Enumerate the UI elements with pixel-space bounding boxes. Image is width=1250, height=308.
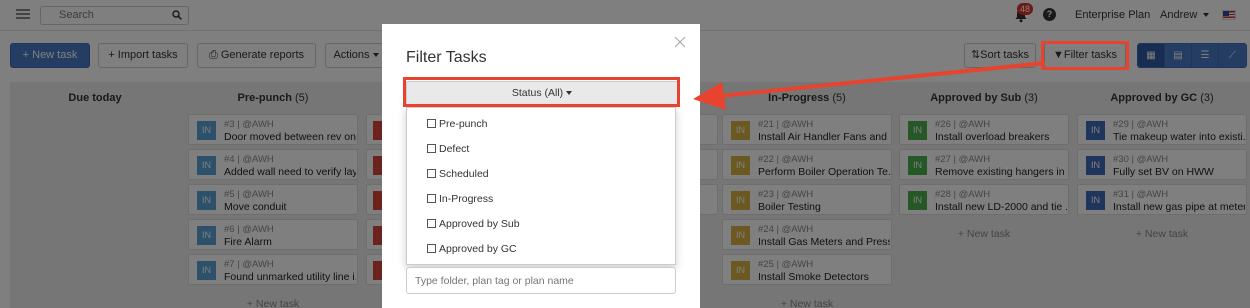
status-option-in-progress[interactable]: In-Progress — [427, 193, 493, 205]
highlight-box — [1041, 41, 1129, 70]
status-option-defect[interactable]: Defect — [427, 143, 469, 155]
checkbox[interactable] — [427, 144, 436, 153]
modal-title: Filter Tasks — [406, 49, 487, 66]
plan-filter-field[interactable] — [406, 267, 676, 294]
checkbox[interactable] — [427, 219, 436, 228]
highlight-box — [403, 77, 680, 107]
plan-filter-input[interactable] — [415, 275, 665, 287]
status-option-approved-by-gc[interactable]: Approved by GC — [427, 243, 517, 255]
checkbox[interactable] — [427, 169, 436, 178]
status-dropdown-menu: Pre-punch Defect Scheduled In-Progress A… — [406, 107, 676, 265]
status-option-label: Pre-punch — [439, 118, 488, 130]
status-option-approved-by-sub[interactable]: Approved by Sub — [427, 218, 520, 230]
status-option-pre-punch[interactable]: Pre-punch — [427, 118, 487, 130]
status-option-scheduled[interactable]: Scheduled — [427, 168, 489, 180]
status-option-label: Scheduled — [439, 168, 489, 180]
status-option-label: In-Progress — [439, 193, 494, 205]
close-icon[interactable] — [674, 36, 686, 48]
checkbox[interactable] — [427, 244, 436, 253]
status-option-label: Approved by GC — [439, 243, 517, 255]
status-option-label: Approved by Sub — [439, 218, 520, 230]
checkbox[interactable] — [427, 194, 436, 203]
checkbox[interactable] — [427, 119, 436, 128]
annotation-arrow-icon — [693, 61, 1046, 110]
status-option-label: Defect — [439, 143, 470, 155]
